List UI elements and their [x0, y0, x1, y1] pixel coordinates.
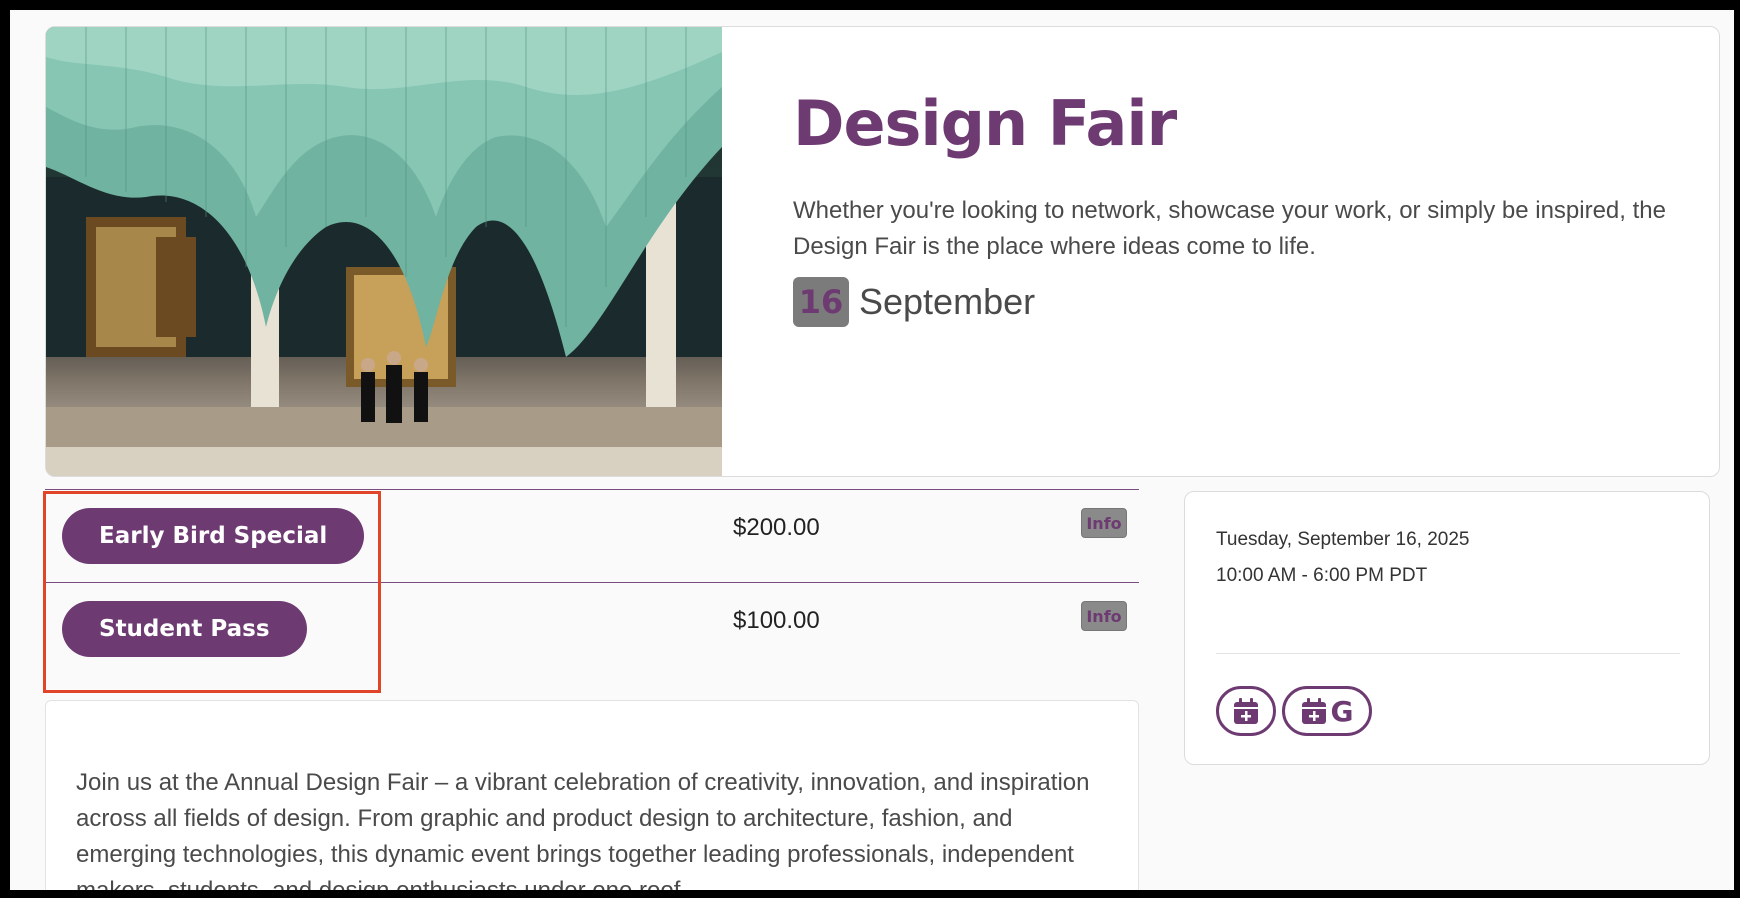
add-to-google-calendar-button[interactable]: G [1282, 686, 1372, 736]
google-calendar-icon: G [1330, 694, 1354, 728]
ticket-row: Student Pass $100.00 Info [45, 582, 1139, 675]
date-month: September [859, 281, 1036, 322]
add-to-calendar-button[interactable] [1216, 686, 1276, 736]
event-hero-image [46, 27, 722, 476]
page-viewport: Design Fair Whether you're looking to ne… [10, 10, 1734, 890]
event-details-card: Tuesday, September 16, 2025 10:00 AM - 6… [1184, 491, 1710, 765]
divider [1216, 653, 1680, 654]
event-full-date: Tuesday, September 16, 2025 [1216, 529, 1470, 550]
event-title: Design Fair [793, 87, 1177, 160]
calendar-plus-icon [1301, 698, 1326, 724]
ticket-info-button[interactable]: Info [1081, 601, 1127, 631]
event-time: 10:00 AM - 6:00 PM PDT [1216, 565, 1428, 586]
event-about-card: Join us at the Annual Design Fair – a vi… [45, 700, 1139, 890]
ticket-row: Early Bird Special $200.00 Info [45, 489, 1139, 582]
student-pass-ticket-button[interactable]: Student Pass [62, 601, 307, 657]
ticket-info-button[interactable]: Info [1081, 508, 1127, 538]
event-about-text: Join us at the Annual Design Fair – a vi… [76, 769, 1090, 890]
event-hero-card: Design Fair Whether you're looking to ne… [45, 26, 1720, 477]
date-day-badge: 16 [793, 277, 849, 327]
ticket-price: $200.00 [733, 514, 820, 541]
ticket-list: Early Bird Special $200.00 Info Student … [45, 489, 1139, 675]
event-description: Whether you're looking to network, showc… [793, 197, 1666, 260]
event-date: 16 September [793, 277, 1035, 327]
calendar-plus-icon [1234, 698, 1258, 724]
early-bird-ticket-button[interactable]: Early Bird Special [62, 508, 365, 564]
ticket-price: $100.00 [733, 607, 820, 634]
